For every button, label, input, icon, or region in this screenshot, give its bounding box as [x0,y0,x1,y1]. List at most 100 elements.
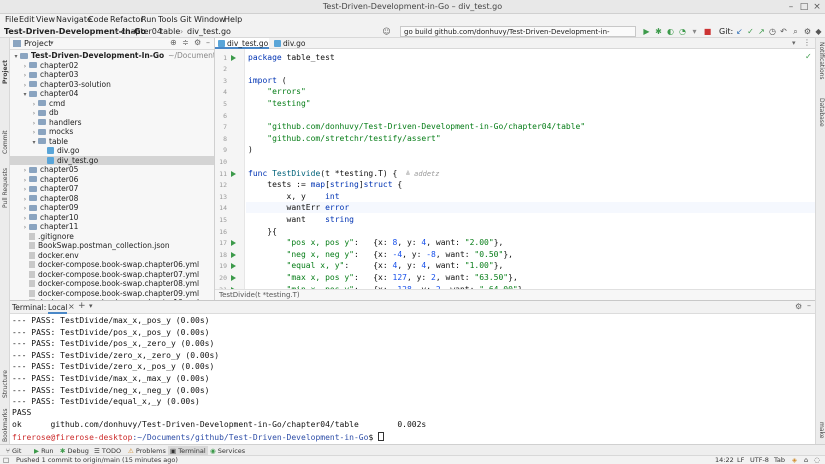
profile-icon[interactable]: ◔ [678,27,687,36]
tree-item[interactable]: ▾ Test-Driven-Development-In-Go ~/Document… [10,51,214,61]
tree-item[interactable]: › chapter06 [10,175,214,185]
run-gutter-icon[interactable] [231,263,236,270]
git-update-icon[interactable]: ↙ [735,27,744,36]
settings-icon[interactable]: ⚙ [803,27,812,36]
go-modules-icon[interactable]: ◈ [792,456,797,464]
tree-item[interactable]: BookSwap.postman_collection.json [10,241,214,251]
hide-icon[interactable]: – [807,301,811,310]
gear-icon[interactable]: ⚙ [194,38,201,47]
tree-item[interactable]: › chapter09 [10,203,214,213]
project-panel-title[interactable]: Project [24,39,51,48]
pull-requests-tool-tab[interactable]: Pull Requests [2,150,9,208]
lock-icon[interactable]: ⌂ [804,456,808,464]
run-gutter-icon[interactable] [231,170,236,177]
menu-window[interactable]: Window [194,15,226,24]
tree-item[interactable]: › chapter03 [10,70,214,80]
tree-item[interactable]: › chapter10 [10,213,214,223]
tree-item[interactable]: › chapter07 [10,184,214,194]
project-tool-tab[interactable]: Project [2,44,9,84]
tree-item[interactable]: docker-compose.book-swap.chapter07.yml [10,270,214,280]
run-icon[interactable]: ▶ [642,27,651,36]
chevron-down-icon[interactable]: ▾ [50,39,54,47]
indent-setting[interactable]: Tab [774,456,785,464]
tree-item[interactable]: ▾ table [10,137,214,147]
tree-item[interactable]: docker-compose.book-swap.chapter08.yml [10,279,214,289]
database-tool-tab[interactable]: Database [818,98,825,132]
hide-icon[interactable]: – [206,38,210,47]
tab-div-go[interactable]: div.go [271,38,315,49]
tree-item[interactable]: docker-compose.book-swap.chapter09.yml [10,289,214,299]
tree-item[interactable]: docker-compose.book-swap.chapter06.yml [10,260,214,270]
menu-edit[interactable]: Edit [19,15,35,24]
run-gutter-icon[interactable] [231,251,236,258]
breadcrumb-table[interactable]: table [160,27,180,36]
coverage-icon[interactable]: ◐ [666,27,675,36]
tree-item[interactable]: › chapter08 [10,194,214,204]
menu-file[interactable]: File [5,15,18,24]
caret-position[interactable]: 14:22 [715,456,734,464]
make-tool-tab[interactable]: make [818,422,825,442]
tree-item[interactable]: › handlers [10,118,214,128]
git-commit-icon[interactable]: ✓ [746,27,755,36]
close-icon[interactable]: × [811,1,823,13]
terminal-tab-local[interactable]: Local [48,303,68,314]
line-separator[interactable]: LF [737,456,744,464]
breadcrumb-file[interactable]: div_test.go [187,27,231,36]
maximize-icon[interactable]: □ [798,1,810,13]
menu-view[interactable]: View [36,15,55,24]
tree-item[interactable]: ▾ chapter04 [10,89,214,99]
rollback-icon[interactable]: ↶ [779,27,788,36]
search-icon[interactable]: ⌕ [791,27,800,36]
minimize-icon[interactable]: – [785,1,797,13]
history-icon[interactable]: ◷ [768,27,777,36]
menu-refactor[interactable]: Refactor [110,15,144,24]
locate-icon[interactable]: ⊕ [170,38,177,47]
code-token: , want: [426,261,465,271]
menu-git[interactable]: Git [180,15,192,24]
commit-tool-tab[interactable]: Commit [2,114,9,154]
tab-list-chevron-icon[interactable]: ▾ [792,39,796,47]
tree-item[interactable]: › cmd [10,99,214,109]
editor-breadcrumb[interactable]: TestDivide(t *testing.T) [215,289,815,300]
tree-item[interactable]: › chapter03-solution [10,80,214,90]
notifications-icon[interactable]: ◌ [814,456,820,464]
collapse-icon[interactable]: ≑ [182,38,189,47]
tree-item[interactable]: › db [10,108,214,118]
tree-item[interactable]: › chapter11 [10,222,214,232]
tree-item[interactable]: docker.env [10,251,214,261]
tree-item[interactable]: div.go [10,146,214,156]
tab-div-test-go[interactable]: div_test.go [215,38,269,49]
tree-item[interactable]: div_test.go [10,155,214,165]
debug-icon[interactable]: ✱ [654,27,663,36]
git-push-icon[interactable]: ↗ [757,27,766,36]
more-run-icon[interactable]: ▾ [690,27,699,36]
run-gutter-icon[interactable] [231,240,236,247]
structure-tool-tab[interactable]: Structure [2,360,9,398]
more-icon[interactable]: ⋮ [803,38,811,47]
menu-code[interactable]: Code [88,15,108,24]
run-gutter-icon[interactable] [231,54,236,61]
menu-help[interactable]: Help [224,15,242,24]
chevron-down-icon[interactable]: ▾ [89,302,93,310]
run-gutter-icon[interactable] [231,274,236,281]
status-message[interactable]: Pushed 1 commit to origin/main (15 minut… [16,456,178,464]
folder-icon [29,195,37,201]
add-terminal-icon[interactable]: + [78,301,86,311]
file-encoding[interactable]: UTF-8 [750,456,769,464]
run-configuration-select[interactable]: go build github.com/donhuvy/Test-Driven-… [400,26,636,46]
menu-navigate[interactable]: Navigate [56,15,92,24]
gear-icon[interactable]: ⚙ [795,302,802,311]
terminal-prompt[interactable]: firerose@firerose-desktop:~/Documents/gi… [12,432,385,442]
tree-item[interactable]: .gitignore [10,232,214,242]
tree-item[interactable]: › mocks [10,127,214,137]
tree-item[interactable]: › chapter05 [10,165,214,175]
close-icon[interactable]: × [68,302,75,311]
tree-item[interactable]: › chapter02 [10,61,214,71]
menu-tools[interactable]: Tools [158,15,178,24]
bookmarks-tool-tab[interactable]: Bookmarks [2,402,9,442]
jetbrains-logo-icon[interactable]: ◆ [814,27,823,36]
stop-icon[interactable]: ■ [703,27,712,36]
user-icon[interactable]: ☺ [382,27,391,36]
notifications-tool-tab[interactable]: Notifications [818,42,825,92]
menu-run[interactable]: Run [141,15,156,24]
